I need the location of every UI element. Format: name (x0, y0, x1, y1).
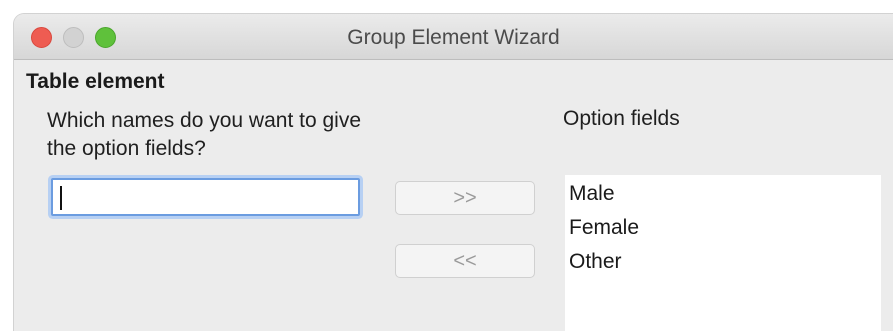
list-item[interactable]: Male (569, 177, 881, 211)
remove-option-button[interactable]: << (395, 244, 535, 278)
section-title: Table element (26, 70, 165, 93)
text-caret (60, 186, 62, 210)
add-option-button[interactable]: >> (395, 181, 535, 215)
option-name-input[interactable] (51, 178, 360, 216)
option-fields-label: Option fields (563, 107, 680, 130)
title-bar: Group Element Wizard (14, 14, 893, 60)
option-fields-list[interactable]: Male Female Other (565, 175, 881, 331)
option-names-prompt: Which names do you want to give the opti… (47, 109, 361, 160)
list-item[interactable]: Other (569, 245, 881, 279)
wizard-window: Group Element Wizard Table element Which… (14, 14, 893, 331)
list-item[interactable]: Female (569, 211, 881, 245)
window-title: Group Element Wizard (347, 26, 560, 49)
